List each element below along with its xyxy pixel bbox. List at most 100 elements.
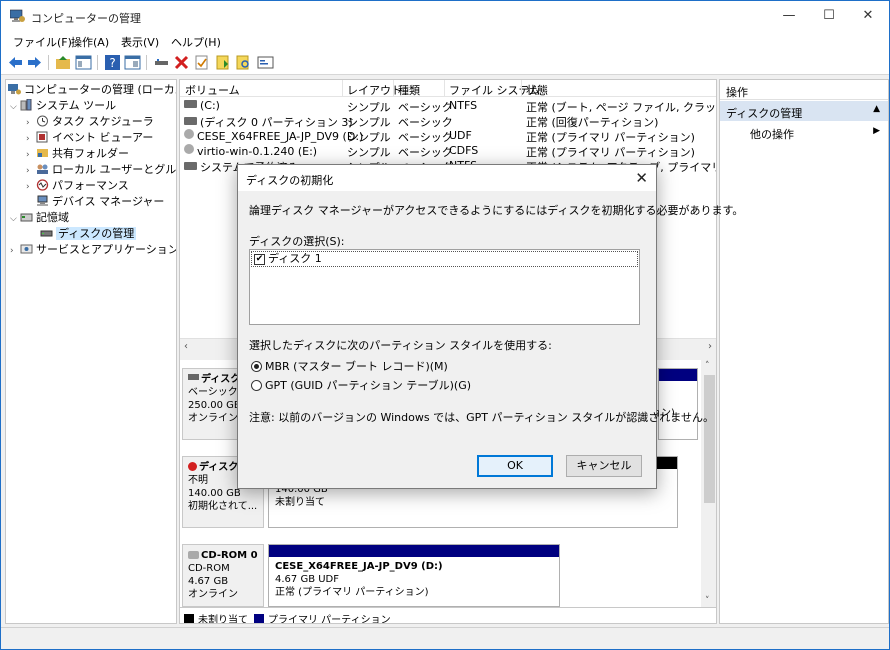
volume-name: (C:) bbox=[200, 99, 220, 112]
forward-arrow-icon[interactable] bbox=[26, 54, 43, 71]
connect-icon[interactable] bbox=[153, 54, 170, 71]
scroll-right-icon[interactable]: › bbox=[708, 341, 712, 352]
chevron-down-icon[interactable]: ⌵ bbox=[10, 211, 20, 227]
tree-node-performance[interactable]: › パフォーマンス bbox=[26, 178, 129, 194]
show-hide-console-tree-icon[interactable] bbox=[75, 54, 92, 71]
console-tree: コンピューターの管理 (ローカル) ⌵ システム ツール › タスク スケジューラ … bbox=[5, 79, 177, 624]
checklist-icon[interactable] bbox=[193, 54, 210, 71]
scrollbar-thumb[interactable] bbox=[704, 375, 715, 503]
table-row[interactable]: (C:) シンプル ベーシック NTFS 正常 (ブート, ページ ファイル, … bbox=[180, 98, 716, 114]
action-other-operations[interactable]: 他の操作 ▶ bbox=[720, 123, 888, 141]
properties-icon[interactable] bbox=[124, 54, 141, 71]
maximize-button[interactable]: ☐ bbox=[807, 1, 851, 31]
select-disk-label: ディスクの選択(S): bbox=[249, 235, 345, 248]
unallocated-swatch bbox=[184, 614, 194, 623]
import-icon[interactable] bbox=[215, 54, 232, 71]
table-row[interactable]: virtio-win-0.1.240 (E:) シンプル ベーシック CDFS … bbox=[180, 143, 716, 159]
compatibility-note: 注意: 以前のバージョンの Windows では、GPT パーティション スタイ… bbox=[249, 411, 714, 424]
collapse-up-icon[interactable]: ▲ bbox=[873, 104, 880, 114]
help-icon[interactable]: ? bbox=[104, 54, 121, 71]
column-header-volume[interactable]: ボリューム bbox=[185, 82, 240, 98]
minimize-button[interactable]: — bbox=[767, 1, 811, 31]
column-header-status[interactable]: 状態 bbox=[526, 82, 548, 98]
cd-drive-icon bbox=[184, 144, 194, 154]
toolbar-separator bbox=[146, 55, 147, 70]
tree-node-system-tools[interactable]: ⌵ システム ツール bbox=[10, 98, 116, 114]
column-divider[interactable] bbox=[444, 80, 445, 97]
cd-drive-icon bbox=[188, 551, 199, 559]
table-row[interactable]: CESE_X64FREE_JA-JP_DV9 (D:) シンプル ベーシック U… bbox=[180, 128, 716, 144]
menu-action[interactable]: 操作(A) bbox=[71, 34, 109, 50]
menu-help[interactable]: ヘルプ(H) bbox=[171, 34, 221, 50]
console-window-icon[interactable] bbox=[257, 54, 274, 71]
tree-node-services[interactable]: › サービスとアプリケーション bbox=[10, 242, 176, 259]
tree-node-device-manager[interactable]: デバイス マネージャー bbox=[36, 194, 164, 210]
radio-selected-indicator[interactable] bbox=[251, 361, 262, 372]
scroll-down-icon[interactable]: ˅ bbox=[705, 596, 710, 606]
actions-section-disk-management[interactable]: ディスクの管理 ▲ bbox=[720, 101, 888, 121]
chevron-right-icon[interactable]: › bbox=[26, 131, 36, 147]
chevron-right-icon[interactable]: › bbox=[26, 147, 36, 163]
column-divider[interactable] bbox=[342, 80, 343, 97]
device-manager-icon bbox=[37, 195, 48, 206]
volume-name: virtio-win-0.1.240 (E:) bbox=[197, 145, 318, 158]
cdrom-0-label[interactable]: CD-ROM 0 CD-ROM 4.67 GB オンライン bbox=[182, 544, 264, 607]
up-folder-icon[interactable] bbox=[55, 54, 72, 71]
disk-1-checkbox[interactable]: ✔ bbox=[254, 254, 265, 265]
actions-pane: 操作 ディスクの管理 ▲ 他の操作 ▶ bbox=[719, 79, 889, 624]
tree-node-event-viewer[interactable]: › イベント ビューアー bbox=[26, 130, 153, 146]
cancel-button[interactable]: キャンセル bbox=[566, 455, 642, 477]
table-row[interactable]: (ディスク 0 パーティション 3) シンプル ベーシック 正常 (回復パーティ… bbox=[180, 113, 716, 129]
chevron-right-icon[interactable]: › bbox=[26, 115, 36, 131]
volume-name: CESE_X64FREE_JA-JP_DV9 (D:) bbox=[197, 130, 364, 143]
toolbar-separator bbox=[97, 55, 98, 70]
chevron-right-icon[interactable]: › bbox=[10, 243, 20, 259]
delete-icon[interactable] bbox=[173, 54, 190, 71]
title-bar: コンピューターの管理 — ☐ ✕ bbox=[1, 1, 889, 31]
volume-filesystem: CDFS bbox=[449, 144, 479, 157]
volume-icon bbox=[184, 100, 197, 108]
tree-node-disk-management[interactable]: ディスクの管理 bbox=[40, 226, 137, 242]
column-divider[interactable] bbox=[393, 80, 394, 97]
disk-icon bbox=[188, 374, 199, 380]
disk-1-item-label: ディスク 1 bbox=[268, 252, 322, 265]
menu-file[interactable]: ファイル(F) bbox=[13, 34, 72, 50]
back-arrow-icon[interactable] bbox=[7, 54, 24, 71]
tree-node-root[interactable]: コンピューターの管理 (ローカル) bbox=[8, 82, 176, 98]
vertical-scrollbar[interactable]: ˄ ˅ bbox=[701, 360, 716, 607]
chevron-right-icon[interactable]: › bbox=[26, 163, 36, 179]
chevron-down-icon[interactable]: ⌵ bbox=[10, 99, 20, 115]
close-icon[interactable]: ✕ bbox=[635, 169, 648, 187]
chevron-right-icon[interactable]: › bbox=[26, 179, 36, 195]
column-divider[interactable] bbox=[521, 80, 522, 97]
tree-node-shared-folders[interactable]: › 共有フォルダー bbox=[26, 146, 129, 162]
primary-partition-swatch bbox=[254, 614, 264, 623]
dialog-title: ディスクの初期化 bbox=[246, 174, 334, 187]
computer-management-icon bbox=[10, 9, 25, 22]
list-item[interactable]: ✔ ディスク 1 bbox=[251, 251, 638, 267]
scroll-up-icon[interactable]: ˄ bbox=[705, 361, 710, 371]
menu-view[interactable]: 表示(V) bbox=[121, 34, 159, 50]
mbr-radio[interactable]: MBR (マスター ブート レコード)(M) bbox=[251, 358, 448, 374]
radio-unselected-indicator[interactable] bbox=[251, 380, 262, 391]
tree-node-storage[interactable]: ⌵ 記憶域 bbox=[10, 210, 69, 226]
volume-filesystem: UDF bbox=[449, 129, 472, 142]
tree-node-task-scheduler[interactable]: › タスク スケジューラ bbox=[26, 114, 154, 130]
cdrom-0-volume[interactable]: CESE_X64FREE_JA-JP_DV9 (D:) 4.67 GB UDF … bbox=[268, 544, 560, 607]
column-header-type[interactable]: 種類 bbox=[398, 82, 420, 98]
primary-partition-bar bbox=[269, 545, 559, 557]
disk-0-partition[interactable]: ィション) bbox=[631, 368, 698, 440]
clock-icon bbox=[37, 115, 48, 127]
tree-node-local-users[interactable]: ›ローカル ユーザーとグループ bbox=[26, 162, 176, 179]
search-icon[interactable] bbox=[235, 54, 252, 71]
status-bar bbox=[1, 627, 889, 649]
legend: 未割り当て プライマリ パーティション bbox=[180, 607, 716, 623]
disk-list[interactable]: ✔ ディスク 1 bbox=[249, 249, 640, 325]
gpt-radio[interactable]: GPT (GUID パーティション テーブル)(G) bbox=[251, 377, 471, 393]
event-viewer-icon bbox=[36, 131, 48, 143]
close-window-button[interactable]: ✕ bbox=[846, 1, 890, 31]
cd-drive-icon bbox=[184, 129, 194, 139]
ok-button[interactable]: OK bbox=[477, 455, 553, 477]
scroll-left-icon[interactable]: ‹ bbox=[184, 341, 188, 352]
computer-management-icon bbox=[8, 84, 21, 95]
